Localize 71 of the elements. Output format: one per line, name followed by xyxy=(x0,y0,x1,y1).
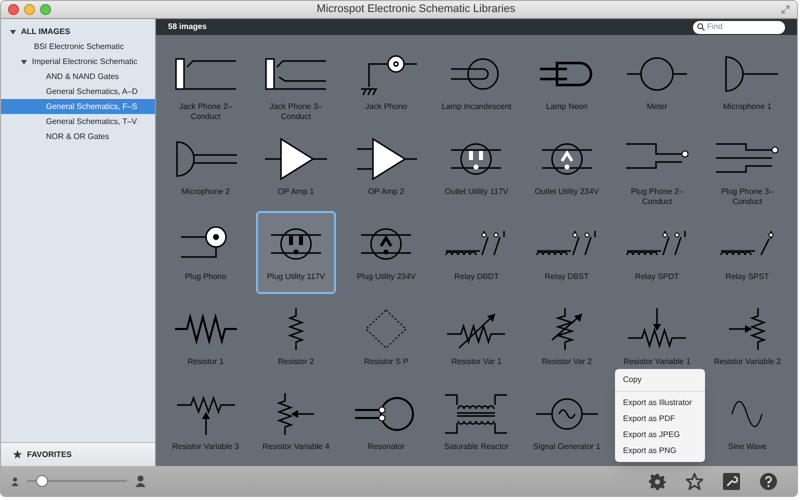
menu-item[interactable]: Export as PDF xyxy=(615,411,705,427)
close-icon[interactable] xyxy=(8,4,19,15)
section-header: ALL IMAGES xyxy=(21,26,70,38)
image-label: Jack Phone 2–Conduct xyxy=(178,102,234,122)
settings-icon[interactable] xyxy=(649,472,666,490)
schematic-symbol-icon xyxy=(276,392,316,436)
zoom-slider-thumb[interactable] xyxy=(36,475,48,487)
image-label: Microphone 2 xyxy=(180,187,231,197)
image-count: 58 images xyxy=(168,21,207,33)
menu-item[interactable]: Export as JPEG xyxy=(615,427,705,443)
sidebar-item[interactable]: AND & NAND Gates xyxy=(1,69,155,84)
wrench-icon[interactable] xyxy=(723,472,740,490)
image-label: Relay SPST xyxy=(724,272,770,282)
image-label: Resistor S P xyxy=(362,357,410,367)
image-label: Plug Phone 2–Conduct xyxy=(630,187,684,207)
image-label: Sine Wave xyxy=(727,442,768,452)
image-label: Resistor Var 1 xyxy=(450,357,503,367)
favorites-header[interactable]: FAVORITES xyxy=(27,448,72,460)
image-label: Resistor 2 xyxy=(276,357,315,367)
sidebar-item[interactable]: General Schematics, A–D xyxy=(1,84,155,99)
schematic-symbol-icon xyxy=(727,307,768,351)
search-input[interactable]: Find xyxy=(707,21,781,33)
image-label: Resistor 1 xyxy=(186,357,225,367)
image-label: OP Amp 2 xyxy=(367,187,406,197)
search-field[interactable]: Find xyxy=(693,20,785,34)
image-label: Microphone 1 xyxy=(722,102,773,112)
image-label: Resistor Variable 1 xyxy=(622,357,692,367)
menu-item[interactable]: Export as Illustrator xyxy=(615,395,705,411)
search-icon xyxy=(697,23,705,31)
help-icon[interactable] xyxy=(760,472,777,490)
person-small-icon xyxy=(11,476,19,486)
schematic-symbol-icon xyxy=(364,308,408,350)
image-label: Relay SPDT xyxy=(634,272,680,282)
sidebar-item[interactable]: General Schematics, F–S xyxy=(1,99,155,114)
image-label: Relay DBST xyxy=(544,272,590,282)
image-label: Resistor Variable 3 xyxy=(171,442,240,452)
image-tile[interactable]: Plug Utility 117V xyxy=(256,211,336,294)
image-label: Jack Phone 3–Conduct xyxy=(268,102,324,122)
image-label: Outlet Utility 117V xyxy=(444,187,510,197)
image-label: Lamp Neon xyxy=(545,102,588,112)
sidebar-item[interactable]: NOR & OR Gates xyxy=(1,129,155,144)
image-label: Relay DBDT xyxy=(453,272,500,282)
image-label: Signal Generator 1 xyxy=(532,442,602,452)
menu-item[interactable]: Export as PNG xyxy=(615,443,705,459)
image-label: Meter xyxy=(646,102,668,112)
disclosure-triangle-icon[interactable] xyxy=(21,58,27,64)
image-label: Plug Phone 3–Conduct xyxy=(720,187,775,207)
zoom-icon[interactable] xyxy=(40,4,51,15)
fullscreen-icon[interactable] xyxy=(781,5,790,14)
image-label: Resistor Variable 4 xyxy=(261,442,330,452)
image-label: Plug Utility 234V xyxy=(356,272,417,282)
disclosure-triangle-icon[interactable] xyxy=(10,28,16,34)
image-label: OP Amp 1 xyxy=(276,187,316,197)
sidebar-item[interactable]: BSI Electronic Schematic xyxy=(1,39,155,54)
image-label: Plug Phono xyxy=(184,272,228,282)
schematic-symbol-icon xyxy=(286,307,305,351)
window-title: Microspot Electronic Schematic Libraries xyxy=(316,2,516,18)
image-label: Resistor Var 2 xyxy=(540,357,593,367)
schematic-symbol-icon xyxy=(550,307,584,351)
image-label: Resistor Variable 2 xyxy=(712,357,782,367)
image-label: Resonator xyxy=(366,442,406,452)
image-label: Lamp Incandescent xyxy=(440,102,512,112)
person-large-icon xyxy=(135,475,146,487)
star-icon xyxy=(13,450,22,459)
sidebar-item[interactable]: General Schematics, T–V xyxy=(1,114,155,129)
image-label: Saturable Reactor xyxy=(443,442,510,452)
star-icon[interactable] xyxy=(686,472,703,490)
sidebar-item[interactable]: Imperial Electronic Schematic xyxy=(1,54,155,69)
image-label: Plug Utility 117V xyxy=(266,272,326,282)
image-label: Jack Phono xyxy=(364,102,408,112)
image-label: Outlet Utility 234V xyxy=(534,187,600,197)
